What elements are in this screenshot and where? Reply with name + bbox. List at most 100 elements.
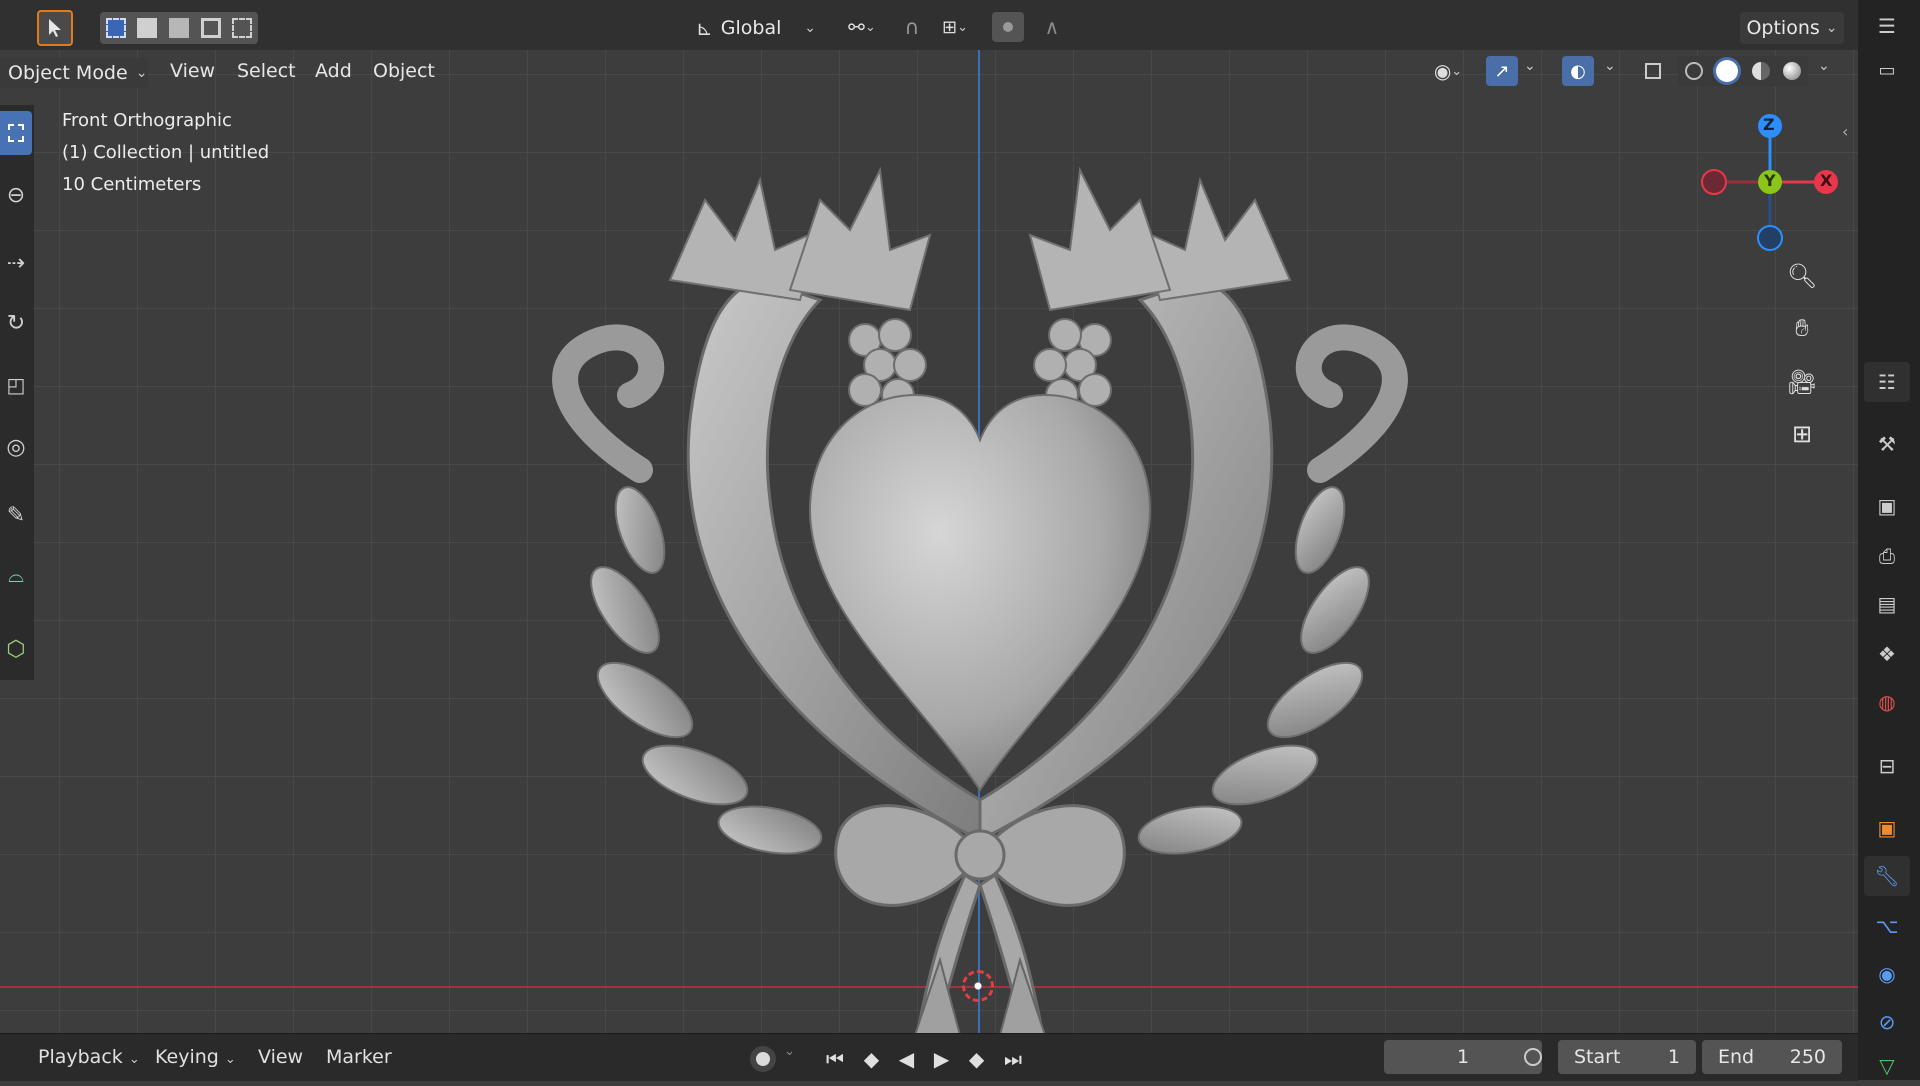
transform-tool[interactable]: ◎: [0, 425, 32, 469]
tab-constraints[interactable]: ⊘: [1864, 1002, 1910, 1042]
select-new-icon[interactable]: [105, 18, 126, 38]
chevron-down-icon[interactable]: ⌄: [1524, 58, 1536, 74]
tool-icon: ⚒: [1878, 432, 1896, 456]
heart-ornament-model[interactable]: [520, 140, 1440, 1035]
move-tool[interactable]: ⇢: [0, 241, 32, 285]
play-icon[interactable]: ▶: [934, 1047, 949, 1071]
end-frame-field[interactable]: End 250: [1702, 1040, 1842, 1074]
modifier-icon: 🔧︎: [1874, 864, 1900, 888]
3d-viewport[interactable]: [0, 50, 1858, 1035]
tab-output[interactable]: ⎙: [1864, 536, 1910, 576]
move-icon: ⇢: [6, 250, 26, 276]
select-intersect-icon[interactable]: [232, 18, 253, 38]
editor-type-button[interactable]: ☰: [1864, 6, 1910, 46]
cursor-tool[interactable]: ⊖: [0, 173, 32, 217]
render-icon: ▣: [1877, 494, 1897, 518]
prev-keyframe-icon[interactable]: ◆: [864, 1047, 879, 1071]
collection-icon: ⊟: [1878, 754, 1896, 778]
tab-view-layer[interactable]: ▤: [1864, 584, 1910, 624]
tab-world[interactable]: ◍: [1864, 682, 1910, 722]
3d-cursor[interactable]: [962, 970, 994, 1002]
select-tool-button[interactable]: [37, 10, 73, 46]
material-shading-icon[interactable]: [1751, 62, 1770, 80]
menu-view[interactable]: View: [170, 60, 215, 82]
visibility-dropdown[interactable]: ◉ ⌄: [1424, 56, 1472, 86]
camera-icon: 🎥︎: [1786, 368, 1818, 396]
tab-render[interactable]: ▣: [1864, 486, 1910, 526]
properties-tab-bar: ☰ ▭ ☷ ⚒ ▣ ⎙ ▤ ❖ ◍ ⊟ ▣ 🔧︎ ⌥ ◉ ⊘ ▽: [1858, 0, 1920, 1080]
cursor-icon: ⊖: [6, 182, 26, 208]
timeline-view-menu[interactable]: View: [258, 1046, 303, 1068]
tab-collection[interactable]: ⊟: [1864, 746, 1910, 786]
rotate-tool[interactable]: ↻: [0, 301, 32, 345]
solid-shading-icon[interactable]: [1716, 60, 1739, 82]
current-frame-field[interactable]: 1: [1384, 1040, 1542, 1074]
snap-target-dropdown[interactable]: ⊞ ⌄: [930, 12, 980, 42]
start-label: Start: [1574, 1046, 1621, 1068]
annotate-tool[interactable]: ✎: [0, 493, 32, 537]
select-box-icon: [8, 124, 24, 142]
next-keyframe-icon[interactable]: ◆: [969, 1047, 984, 1071]
mode-dropdown[interactable]: Object Mode ⌄: [0, 58, 148, 88]
hand-icon: ✋︎: [1795, 314, 1809, 342]
proportional-falloff-dropdown[interactable]: ∧: [1030, 12, 1074, 42]
properties-editor-button[interactable]: ☷: [1864, 362, 1910, 402]
tab-modifier[interactable]: 🔧︎: [1864, 856, 1910, 896]
tab-physics[interactable]: ◉: [1864, 954, 1910, 994]
snap-toggle[interactable]: ∩: [896, 12, 928, 42]
jump-end-icon[interactable]: ⏭︎: [1004, 1047, 1022, 1071]
xray-toggle[interactable]: [1638, 56, 1668, 86]
tab-tool[interactable]: ⚒: [1864, 424, 1910, 464]
play-reverse-icon[interactable]: ◀: [899, 1047, 914, 1071]
tab-object[interactable]: ▣: [1864, 808, 1910, 848]
start-frame-field[interactable]: Start 1: [1558, 1040, 1696, 1074]
overlays-toggle[interactable]: ◐: [1562, 56, 1594, 86]
end-label: End: [1718, 1046, 1755, 1068]
menu-add[interactable]: Add: [315, 60, 352, 82]
add-cube-tool[interactable]: ⬡: [0, 627, 32, 671]
timeline-playback-menu[interactable]: Playback ⌄: [38, 1046, 140, 1068]
sidebar-toggle-arrow-icon[interactable]: ‹: [1842, 122, 1848, 141]
proportional-edit-toggle[interactable]: [992, 12, 1024, 42]
gizmo-z-label: Z: [1763, 115, 1775, 134]
chevron-down-icon[interactable]: ⌄: [1604, 58, 1616, 74]
data-icon: ▽: [1879, 1054, 1895, 1078]
gizmo-toggle[interactable]: ↗: [1486, 56, 1518, 86]
measure-tool[interactable]: ⌓: [0, 553, 32, 597]
options-dropdown[interactable]: Options ⌄: [1740, 12, 1844, 44]
timeline-keying-menu[interactable]: Keying ⌄: [155, 1046, 236, 1068]
tab-data[interactable]: ▽: [1864, 1046, 1910, 1086]
rendered-shading-icon[interactable]: [1783, 62, 1802, 80]
shading-mode-group[interactable]: [1678, 56, 1808, 86]
measure-icon: ⌓: [8, 563, 24, 587]
zoom-icon: 🔍︎: [1786, 262, 1818, 290]
timeline-marker-menu[interactable]: Marker: [326, 1046, 392, 1068]
frame-range-toggle[interactable]: [1520, 1044, 1546, 1070]
transform-orientation-dropdown[interactable]: ⊾ Global ⌄: [690, 12, 822, 44]
menu-select[interactable]: Select: [237, 60, 296, 82]
menu-object[interactable]: Object: [373, 60, 435, 82]
selection-mode-group[interactable]: [100, 12, 258, 44]
keying-set-dropdown-icon[interactable]: ⌄: [784, 1044, 795, 1059]
select-invert-icon[interactable]: [200, 18, 221, 38]
orientation-label: Global: [720, 17, 782, 39]
zoom-button[interactable]: 🔍︎: [1782, 256, 1822, 296]
constraints-icon: ⊘: [1878, 1010, 1896, 1034]
ortho-toggle-button[interactable]: ⊞: [1782, 414, 1822, 454]
outliner-filter-button[interactable]: ▭: [1864, 50, 1910, 90]
jump-start-icon[interactable]: ⏮︎: [826, 1047, 844, 1071]
camera-view-button[interactable]: 🎥︎: [1782, 362, 1822, 402]
tab-particles[interactable]: ⌥: [1864, 906, 1910, 946]
select-extend-icon[interactable]: [137, 18, 158, 38]
tab-scene[interactable]: ❖: [1864, 634, 1910, 674]
view-layer-icon: ▤: [1877, 592, 1897, 616]
select-box-tool[interactable]: [0, 111, 32, 155]
pivot-point-dropdown[interactable]: ⚯ ⌄: [838, 12, 886, 42]
pan-button[interactable]: ✋︎: [1782, 308, 1822, 348]
scale-tool[interactable]: ◰: [0, 363, 32, 407]
falloff-curve-icon: ∧: [1044, 15, 1060, 39]
select-subtract-icon[interactable]: [168, 18, 189, 38]
chevron-down-icon[interactable]: ⌄: [1818, 58, 1830, 74]
auto-keying-toggle[interactable]: [750, 1046, 776, 1072]
wireframe-shading-icon[interactable]: [1684, 62, 1703, 80]
